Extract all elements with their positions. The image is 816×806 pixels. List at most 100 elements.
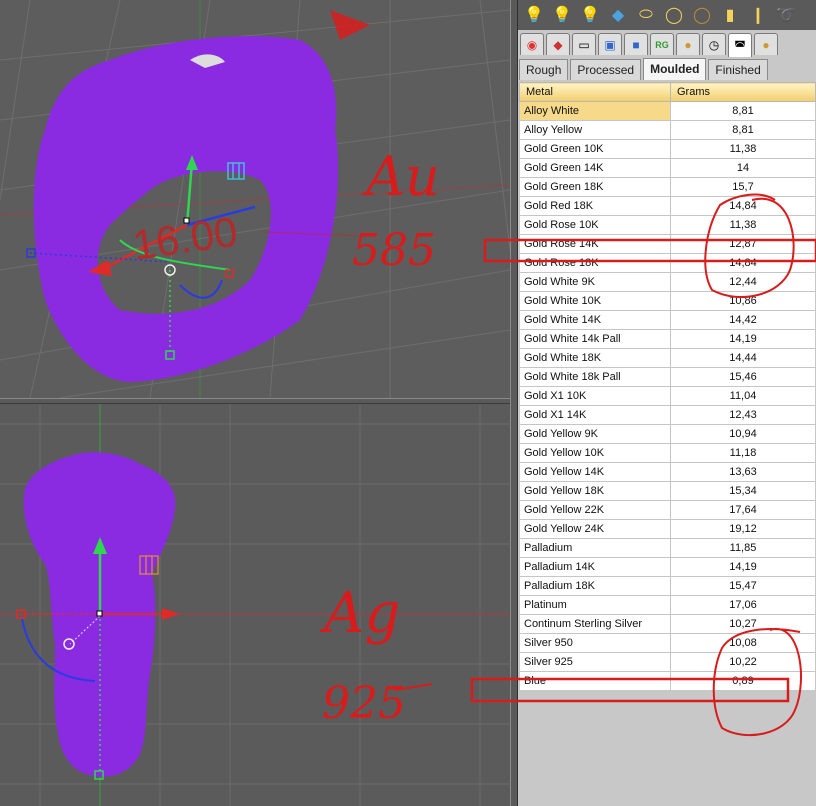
metal-name-cell[interactable]: Gold Yellow 14K — [519, 462, 671, 482]
bulb-icon[interactable]: 💡 — [550, 3, 574, 27]
grams-cell[interactable]: 14,19 — [670, 329, 816, 349]
window-icon[interactable]: ▣ — [598, 33, 622, 55]
metal-name-cell[interactable]: Gold Yellow 9K — [519, 424, 671, 444]
metal-name-cell[interactable]: Silver 925 — [519, 652, 671, 672]
table-row[interactable]: Gold Green 10K 11,38 — [519, 139, 816, 159]
grams-cell[interactable]: 11,38 — [670, 139, 816, 159]
metal-name-cell[interactable]: Continum Sterling Silver — [519, 614, 671, 634]
metal-name-cell[interactable]: Gold X1 14K — [519, 405, 671, 425]
column-header-metal[interactable]: Metal — [519, 82, 671, 102]
monitor-icon[interactable]: ▭ — [572, 33, 596, 55]
grams-cell[interactable]: 12,44 — [670, 272, 816, 292]
table-row[interactable]: Gold Yellow 22K 17,64 — [519, 500, 816, 520]
metal-name-cell[interactable]: Gold White 10K — [519, 291, 671, 311]
clock-icon[interactable]: ◷ — [702, 33, 726, 55]
grams-cell[interactable]: 10,08 — [670, 633, 816, 653]
table-row[interactable]: Platinum 17,06 — [519, 595, 816, 615]
ring-weight-icon[interactable]: ◚ — [728, 33, 752, 57]
grams-cell[interactable]: 15,46 — [670, 367, 816, 387]
grams-cell[interactable]: 15,47 — [670, 576, 816, 596]
grams-cell[interactable]: 14,19 — [670, 557, 816, 577]
table-row[interactable]: Gold White 10K 10,86 — [519, 291, 816, 311]
grams-cell[interactable]: 12,87 — [670, 234, 816, 254]
grams-cell[interactable]: 0,89 — [670, 671, 816, 691]
ring-model[interactable] — [33, 36, 339, 382]
metal-name-cell[interactable]: Gold Yellow 22K — [519, 500, 671, 520]
metal-name-cell[interactable]: Gold Yellow 10K — [519, 443, 671, 463]
grams-cell[interactable]: 14 — [670, 158, 816, 178]
metal-name-cell[interactable]: Palladium 18K — [519, 576, 671, 596]
grams-cell[interactable]: 11,04 — [670, 386, 816, 406]
metal-name-cell[interactable]: Gold White 14K — [519, 310, 671, 330]
table-row[interactable]: Gold Rose 18K 14,84 — [519, 253, 816, 273]
tab-moulded[interactable]: Moulded — [643, 58, 707, 80]
table-row[interactable]: Silver 925 10,22 — [519, 652, 816, 672]
table-row[interactable]: Gold Red 18K 14,84 — [519, 196, 816, 216]
lens-icon[interactable]: ◆ — [606, 3, 630, 27]
grams-cell[interactable]: 17,64 — [670, 500, 816, 520]
metal-name-cell[interactable]: Gold Rose 18K — [519, 253, 671, 273]
table-row[interactable]: Gold Rose 14K 12,87 — [519, 234, 816, 254]
table-row[interactable]: Gold Yellow 18K 15,34 — [519, 481, 816, 501]
table-row[interactable]: Gold White 9K 12,44 — [519, 272, 816, 292]
grams-cell[interactable]: 19,12 — [670, 519, 816, 539]
metal-name-cell[interactable]: Gold White 14k Pall — [519, 329, 671, 349]
grams-cell[interactable]: 15,34 — [670, 481, 816, 501]
grams-cell[interactable]: 14,84 — [670, 253, 816, 273]
sphere-icon[interactable]: ● — [676, 33, 700, 55]
grams-cell[interactable]: 11,18 — [670, 443, 816, 463]
table-row[interactable]: Palladium 11,85 — [519, 538, 816, 558]
metal-name-cell[interactable]: Palladium 14K — [519, 557, 671, 577]
metal-name-cell[interactable]: Alloy White — [519, 101, 671, 121]
metal-name-cell[interactable]: Platinum — [519, 595, 671, 615]
grams-cell[interactable]: 10,86 — [670, 291, 816, 311]
metal-name-cell[interactable]: Gold Yellow 18K — [519, 481, 671, 501]
table-row[interactable]: Gold X1 14K 12,43 — [519, 405, 816, 425]
metal-name-cell[interactable]: Alloy Yellow — [519, 120, 671, 140]
tab-processed[interactable]: Processed — [570, 59, 642, 80]
table-row[interactable]: Palladium 18K 15,47 — [519, 576, 816, 596]
perspective-viewport[interactable]: 16.00 — [0, 0, 510, 398]
table-row[interactable]: Gold Rose 10K 11,38 — [519, 215, 816, 235]
grams-cell[interactable]: 8,81 — [670, 101, 816, 121]
table-row[interactable]: Gold White 18k Pall 15,46 — [519, 367, 816, 387]
grams-cell[interactable]: 8,81 — [670, 120, 816, 140]
gold-ball-icon[interactable]: ● — [754, 33, 778, 55]
metal-name-cell[interactable]: Gold Rose 10K — [519, 215, 671, 235]
tab-finished[interactable]: Finished — [708, 59, 768, 80]
pendant-icon[interactable]: ▮ — [718, 3, 742, 27]
column-header-grams[interactable]: Grams — [670, 82, 816, 102]
metal-name-cell[interactable]: Gold Green 18K — [519, 177, 671, 197]
table-row[interactable]: Gold Yellow 14K 13,63 — [519, 462, 816, 482]
table-row[interactable]: Continum Sterling Silver 10,27 — [519, 614, 816, 634]
grams-cell[interactable]: 10,94 — [670, 424, 816, 444]
grams-cell[interactable]: 15,7 — [670, 177, 816, 197]
front-viewport[interactable] — [0, 404, 510, 806]
grams-cell[interactable]: 11,38 — [670, 215, 816, 235]
table-row[interactable]: Blue 0,89 — [519, 671, 816, 691]
grams-cell[interactable]: 10,27 — [670, 614, 816, 634]
viewport-splitter-vertical[interactable] — [510, 0, 518, 806]
metal-name-cell[interactable]: Gold Green 10K — [519, 139, 671, 159]
cube-icon[interactable]: ■ — [624, 33, 648, 55]
render-icon[interactable]: ◆ — [546, 33, 570, 55]
grams-cell[interactable]: 11,85 — [670, 538, 816, 558]
color-wheel-icon[interactable]: ◉ — [520, 33, 544, 55]
table-row[interactable]: Gold Green 14K 14 — [519, 158, 816, 178]
metal-name-cell[interactable]: Gold White 18k Pall — [519, 367, 671, 387]
metal-name-cell[interactable]: Gold White 18K — [519, 348, 671, 368]
grams-cell[interactable]: 14,84 — [670, 196, 816, 216]
bulb-icon[interactable]: 💡 — [522, 3, 546, 27]
metal-name-cell[interactable]: Palladium — [519, 538, 671, 558]
metal-name-cell[interactable]: Gold Green 14K — [519, 158, 671, 178]
metal-name-cell[interactable]: Blue — [519, 671, 671, 691]
grams-cell[interactable]: 12,43 — [670, 405, 816, 425]
table-row[interactable]: Gold Green 18K 15,7 — [519, 177, 816, 197]
grams-cell[interactable]: 10,22 — [670, 652, 816, 672]
metal-name-cell[interactable]: Silver 950 — [519, 633, 671, 653]
table-row[interactable]: Gold White 18K 14,44 — [519, 348, 816, 368]
ring-icon[interactable]: ⬭ — [634, 3, 658, 27]
grams-cell[interactable]: 17,06 — [670, 595, 816, 615]
grams-cell[interactable]: 14,42 — [670, 310, 816, 330]
bulb-icon[interactable]: 💡 — [578, 3, 602, 27]
